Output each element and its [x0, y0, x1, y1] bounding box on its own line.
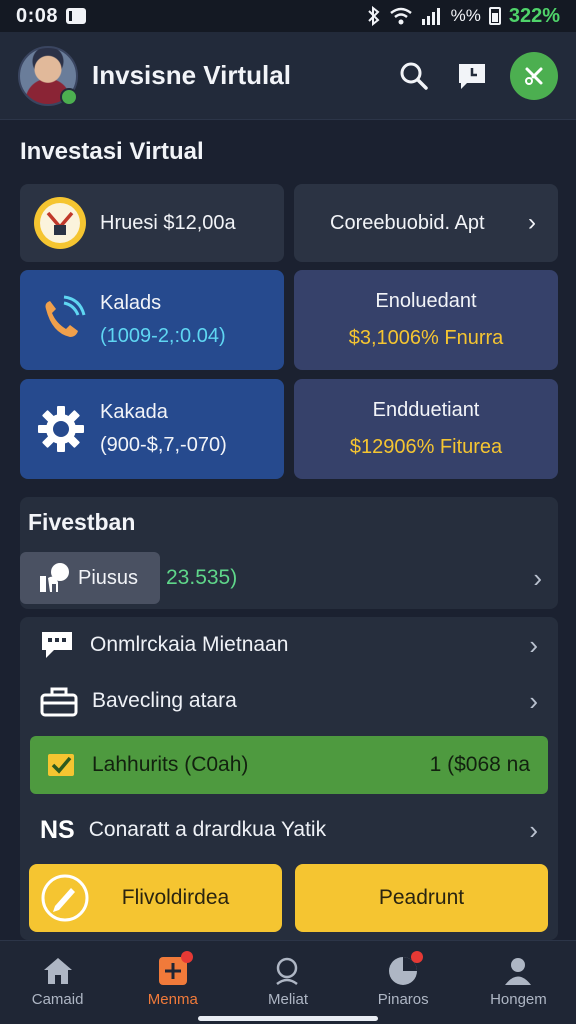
chevron-right-icon: › — [533, 562, 542, 593]
card-enoluedant[interactable]: Enoluedant $3,1006% Fnurra — [294, 270, 558, 370]
card-endduetiant-value: $12906% Fiturea — [349, 436, 503, 458]
header-actions — [394, 51, 558, 100]
card-core-app[interactable]: Coreebuobid. Apt › — [294, 184, 558, 262]
pill-value: 23.535) — [166, 566, 238, 589]
home-icon — [42, 955, 74, 987]
online-status-icon — [60, 87, 78, 106]
list-item-lahhurits[interactable]: Lahhurits (C0ah) 1 ($068 na — [30, 736, 548, 794]
tools-icon — [525, 67, 543, 85]
status-time: 0:08 — [16, 4, 59, 27]
search-button[interactable] — [394, 56, 434, 96]
home-indicator[interactable] — [198, 1016, 378, 1021]
wifi-icon — [389, 7, 412, 25]
card-balance-label: Hruesi $12,00a — [100, 211, 236, 234]
section-title-investasi: Investasi Virtual — [20, 138, 204, 165]
button-label: Peadrunt — [378, 886, 465, 909]
pill-button[interactable]: Piusus — [20, 552, 160, 604]
search-icon — [400, 62, 428, 90]
briefcase-icon — [40, 687, 78, 717]
pencil-check-icon — [41, 874, 89, 922]
notification-dot — [180, 951, 193, 963]
battery-icon — [488, 7, 501, 25]
card-enoluedant-title: Enoluedant — [375, 290, 477, 312]
chat-clock-icon — [459, 63, 485, 89]
card-enoluedant-value: $3,1006% Fnurra — [348, 327, 504, 349]
gear-icon — [38, 406, 84, 452]
list-item-green-value: 1 ($068 na — [429, 753, 530, 776]
card-kalads[interactable]: Kalads (1009-2,:0.04) — [20, 270, 284, 370]
fivestban-row[interactable]: Piusus 23.535) › — [20, 552, 558, 604]
notification-dot — [411, 951, 424, 963]
chat-bubble-icon — [42, 632, 72, 658]
nav-item-menma[interactable]: Menma — [115, 941, 230, 1024]
card-balance[interactable]: Hruesi $12,00a — [20, 184, 284, 262]
pill-label: Piusus — [78, 566, 139, 589]
list-item-label: Conaratt a drardkua Yatik — [88, 818, 327, 841]
chevron-right-icon: › — [529, 629, 538, 660]
status-icons: %% 322% — [367, 5, 560, 28]
list-item-onmlrckaia[interactable]: Onmlrckaia Mietnaan › — [20, 617, 558, 673]
battery-percent: 322% — [508, 4, 560, 27]
list-item-label: Bavecling atara — [92, 689, 237, 712]
card-endduetiant[interactable]: Endduetiant $12906% Fiturea — [294, 379, 558, 479]
messages-button[interactable] — [452, 56, 492, 96]
nav-item-label: Camaid — [31, 991, 84, 1008]
button-label: Flivoldirdea — [121, 886, 230, 909]
coin-icon — [34, 197, 86, 249]
list-item-green-label: Lahhurits (C0ah) — [92, 753, 249, 776]
nav-item-label: Pinaros — [377, 991, 429, 1008]
card-core-app-label: Coreebuobid. Apt — [330, 211, 485, 234]
list-item-bavecling[interactable]: Bavecling atara › — [20, 673, 558, 729]
plus-badge-icon — [157, 951, 193, 987]
ns-icon: NS — [40, 815, 75, 844]
chevron-right-icon: › — [529, 814, 538, 845]
card-kalads-title: Kalads — [100, 292, 162, 314]
chevron-right-icon: › — [529, 685, 538, 716]
phone-tool-icon — [45, 295, 86, 337]
panel-fivestban: Fivestban Piusus 23.535) › — [20, 497, 558, 609]
list-item-label: Onmlrckaia Mietnaan — [90, 633, 289, 656]
mail-notification-icon — [66, 8, 90, 24]
nav-item-label: Hongem — [490, 991, 547, 1008]
chevron-right-icon: › — [528, 209, 536, 236]
hand-coins-icon — [40, 563, 69, 592]
card-kakada-value: (900-$,7,-070) — [100, 434, 227, 456]
flivoldirdea-button[interactable]: Flivoldirdea — [29, 864, 282, 932]
app-header: Invsisne Virtulal — [0, 32, 576, 120]
nav-item-hongem[interactable]: Hongem — [461, 941, 576, 1024]
list-item-conaratt[interactable]: NS Conaratt a drardkua Yatik › — [20, 800, 558, 860]
nav-item-camaid[interactable]: Camaid — [0, 941, 115, 1024]
search-person-icon — [272, 955, 304, 987]
user-icon — [502, 955, 534, 987]
section-title-fivestban: Fivestban — [28, 509, 136, 535]
peadrunt-button[interactable]: Peadrunt — [295, 864, 548, 932]
signal-icon — [421, 8, 440, 25]
nav-item-label: Meliat — [268, 991, 309, 1008]
nav-item-pinaros[interactable]: Pinaros — [346, 941, 461, 1024]
nav-item-meliat[interactable]: Meliat — [230, 941, 345, 1024]
card-kakada[interactable]: Kakada (900-$,7,-070) — [20, 379, 284, 479]
bluetooth-icon — [367, 6, 380, 26]
tools-button[interactable] — [510, 51, 558, 100]
card-kakada-title: Kakada — [100, 401, 168, 423]
card-kalads-value: (1009-2,:0.04) — [100, 325, 226, 347]
check-icon — [48, 754, 74, 776]
signal-text: %% — [450, 6, 481, 25]
chart-circle-icon — [387, 951, 424, 987]
card-endduetiant-title: Endduetiant — [372, 399, 480, 421]
avatar[interactable] — [18, 45, 78, 106]
bottom-navigation: Camaid Menma Meliat Pinaros Hongem — [0, 940, 576, 1024]
nav-item-label: Menma — [147, 991, 198, 1008]
status-bar: 0:08 %% 322% — [0, 0, 576, 32]
app-title: Invsisne Virtulal — [92, 60, 291, 90]
